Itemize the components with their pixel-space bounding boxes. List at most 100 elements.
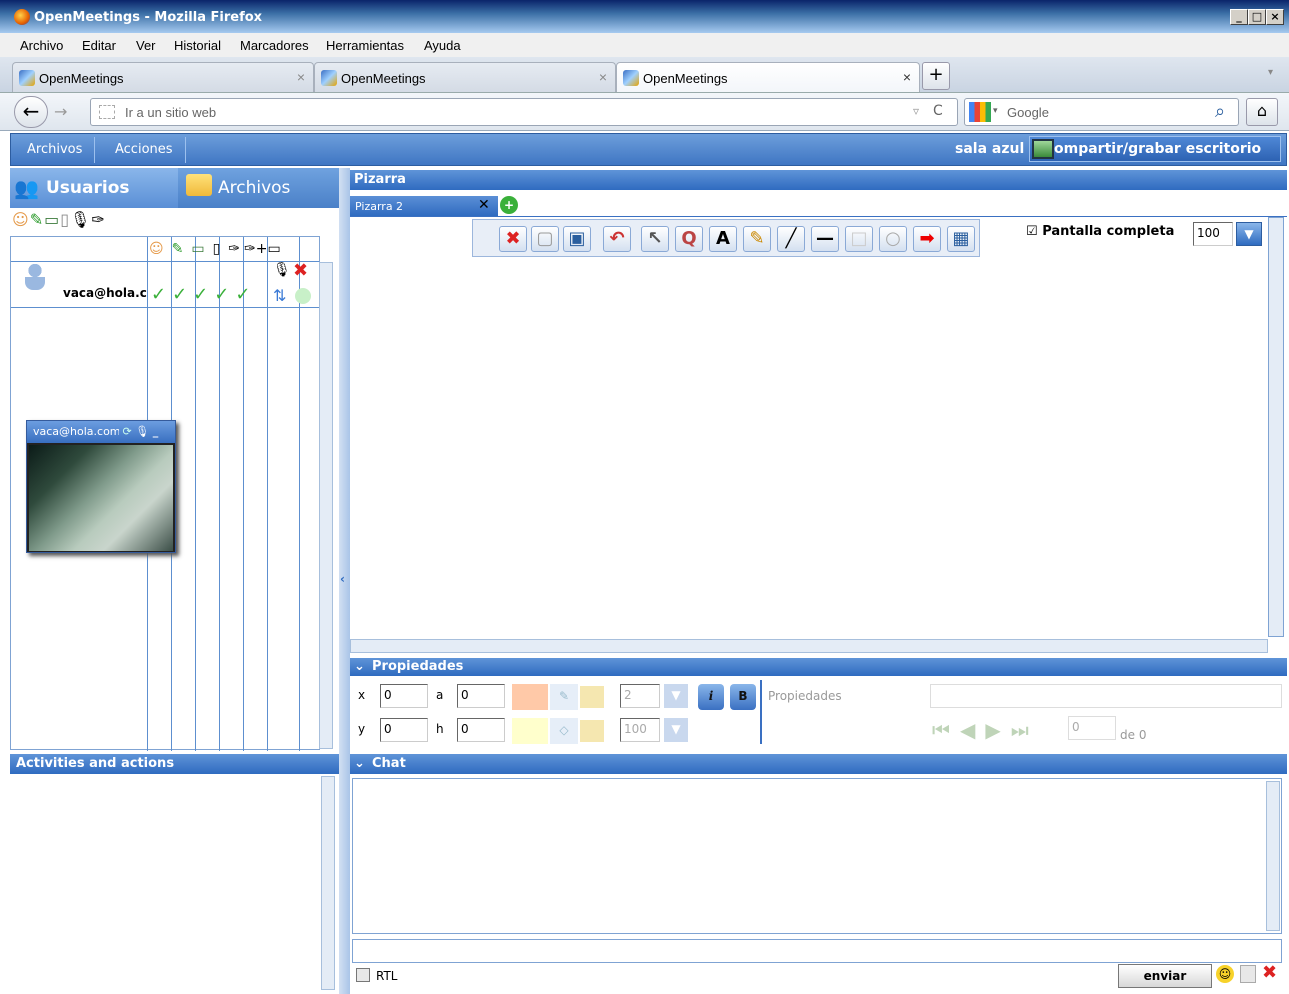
browser-tab[interactable]: OpenMeetings × xyxy=(314,62,616,92)
fill-lock-icon[interactable] xyxy=(580,686,604,708)
minimize-pod-icon[interactable]: _ xyxy=(153,425,159,438)
search-icon[interactable]: ⌕ xyxy=(1215,101,1225,122)
user-list-scrollbar[interactable] xyxy=(319,262,333,749)
menu-ver[interactable]: Ver xyxy=(136,38,156,53)
save-icon[interactable]: ▣ xyxy=(563,226,591,252)
opacity-dropdown[interactable]: ▼ xyxy=(664,718,688,742)
table-row[interactable]: vaca@hola.com ✓✓✓✓✓ 🎙 ✖ ⇅ xyxy=(11,260,319,307)
close-whiteboard-icon[interactable]: ✕ xyxy=(478,197,490,213)
close-window-button[interactable]: × xyxy=(1266,9,1284,25)
permission-checks[interactable]: ✓✓✓✓✓ xyxy=(151,284,256,305)
rectangle-icon[interactable]: □ xyxy=(845,226,873,252)
video-pod[interactable]: vaca@hola.com ⟳ 🎙 _ xyxy=(26,420,176,553)
activities-scrollbar[interactable] xyxy=(321,776,335,990)
page-input[interactable]: 0 xyxy=(1068,716,1116,740)
menu-marcadores[interactable]: Marcadores xyxy=(240,38,309,53)
width-input[interactable]: 0 xyxy=(457,684,505,708)
minimize-button[interactable]: _ xyxy=(1230,9,1248,25)
google-engine-icon[interactable] xyxy=(969,102,991,122)
line-width-input[interactable]: 2 xyxy=(620,684,660,708)
chat-header[interactable]: ⌄ Chat xyxy=(350,754,1287,774)
search-bar[interactable]: ▾ Google ⌕ xyxy=(964,98,1239,126)
clear-chat-icon[interactable]: ✖ xyxy=(1262,962,1277,983)
zoom-dropdown-button[interactable]: ▼ xyxy=(1236,222,1262,246)
send-button[interactable]: enviar xyxy=(1118,964,1212,988)
menu-archivo[interactable]: Archivo xyxy=(20,38,63,53)
close-tab-icon[interactable]: × xyxy=(297,69,305,85)
object-properties-select[interactable] xyxy=(930,684,1282,708)
add-whiteboard-icon[interactable]: + xyxy=(500,196,518,214)
tab-archivos[interactable]: Archivos xyxy=(178,168,339,208)
microphone-icon[interactable]: 🎙 xyxy=(135,425,149,438)
mouse-icon[interactable]: ▯ xyxy=(60,210,70,229)
home-button[interactable]: ⌂ xyxy=(1246,98,1278,126)
archivos-menu-button[interactable]: Archivos xyxy=(15,137,96,163)
url-input[interactable]: Ir a un sitio web xyxy=(125,105,216,120)
share-record-desktop-button[interactable]: ompartir/grabar escritorio xyxy=(1029,136,1281,162)
kick-user-icon[interactable]: ✖ xyxy=(293,260,308,281)
menu-historial[interactable]: Historial xyxy=(174,38,221,53)
italic-button[interactable]: i xyxy=(698,684,724,710)
text-icon[interactable]: A xyxy=(709,226,737,252)
video-pod-header[interactable]: vaca@hola.com ⟳ 🎙 _ xyxy=(27,421,175,443)
engine-dropdown-icon[interactable]: ▾ xyxy=(993,106,998,116)
ellipse-icon[interactable]: ○ xyxy=(879,226,907,252)
bold-button[interactable]: B xyxy=(730,684,756,710)
back-button[interactable]: ← xyxy=(14,96,48,128)
search-input[interactable]: Google xyxy=(1007,105,1049,120)
microphone-icon[interactable]: 🎙 xyxy=(70,210,91,229)
collapse-arrow-icon[interactable]: ‹ xyxy=(340,572,345,586)
menu-ayuda[interactable]: Ayuda xyxy=(424,38,461,53)
tab-usuarios[interactable]: 👥 Usuarios xyxy=(10,168,178,208)
pencil-icon[interactable]: ✎ xyxy=(30,210,44,229)
acciones-menu-button[interactable]: Acciones xyxy=(103,137,186,163)
tab-list-icon[interactable]: ▾ xyxy=(1268,67,1273,78)
whiteboard-vscrollbar[interactable] xyxy=(1268,217,1284,637)
line-lock-icon[interactable] xyxy=(580,720,604,742)
copy-icon[interactable] xyxy=(1240,965,1256,983)
browser-tab-active[interactable]: OpenMeetings × xyxy=(616,62,920,92)
line-color-swatch[interactable] xyxy=(512,718,548,744)
close-tab-icon[interactable]: × xyxy=(599,69,607,85)
zoom-icon[interactable]: Q xyxy=(675,226,703,252)
close-tab-icon[interactable]: × xyxy=(903,69,911,85)
sync-icon[interactable]: ⇅ xyxy=(273,286,286,305)
fill-color-swatch[interactable] xyxy=(512,684,548,710)
menu-herramientas[interactable]: Herramientas xyxy=(326,38,404,53)
pen-icon[interactable]: ✎ xyxy=(743,226,771,252)
eraser-icon[interactable]: ◇ xyxy=(550,718,578,744)
forward-button[interactable]: → xyxy=(54,102,67,121)
new-tab-button[interactable]: + xyxy=(922,62,950,90)
fullscreen-checkbox[interactable]: ☑ xyxy=(1026,224,1038,239)
opacity-input[interactable]: 100 xyxy=(620,718,660,742)
clear-icon[interactable]: ✖ xyxy=(499,226,527,252)
underline-icon[interactable]: — xyxy=(811,226,839,252)
properties-header[interactable]: ⌄ Propiedades xyxy=(350,658,1287,676)
y-input[interactable]: 0 xyxy=(380,718,428,742)
page-navigation-buttons[interactable]: ⏮◀▶⏭ xyxy=(932,718,1064,746)
maximize-button[interactable]: □ xyxy=(1248,9,1266,25)
zoom-input[interactable]: 100 xyxy=(1193,222,1233,246)
panel-splitter[interactable]: ‹ xyxy=(339,168,350,994)
url-bar[interactable]: Ir a un sitio web ▿ C xyxy=(90,98,958,126)
pointer-icon[interactable]: ↖ xyxy=(641,226,669,252)
height-input[interactable]: 0 xyxy=(457,718,505,742)
history-dropdown-icon[interactable]: ▿ xyxy=(913,104,919,118)
reload-icon[interactable]: C xyxy=(933,103,943,119)
chat-input[interactable] xyxy=(352,939,1282,963)
microphone-icon[interactable]: 🎙 xyxy=(273,262,291,278)
whiteboard-hscrollbar[interactable] xyxy=(350,639,1268,653)
undo-icon[interactable]: ↶ xyxy=(603,226,631,252)
line-width-dropdown[interactable]: ▼ xyxy=(664,684,688,708)
whiteboard-tab[interactable]: Pizarra 2 ✕ xyxy=(350,196,498,216)
menu-editar[interactable]: Editar xyxy=(82,38,116,53)
x-input[interactable]: 0 xyxy=(380,684,428,708)
arrow-icon[interactable]: ➡ xyxy=(913,226,941,252)
microphone-plus-icon[interactable]: ✑ xyxy=(91,210,105,229)
rtl-checkbox[interactable] xyxy=(356,968,370,982)
site-identity-icon[interactable] xyxy=(99,105,115,119)
emoticon-icon[interactable]: ☺ xyxy=(1216,965,1234,983)
fill-pen-icon[interactable]: ✎ xyxy=(550,684,578,710)
chat-scrollbar[interactable] xyxy=(1266,781,1280,931)
screen-icon[interactable]: ▭ xyxy=(44,210,60,229)
